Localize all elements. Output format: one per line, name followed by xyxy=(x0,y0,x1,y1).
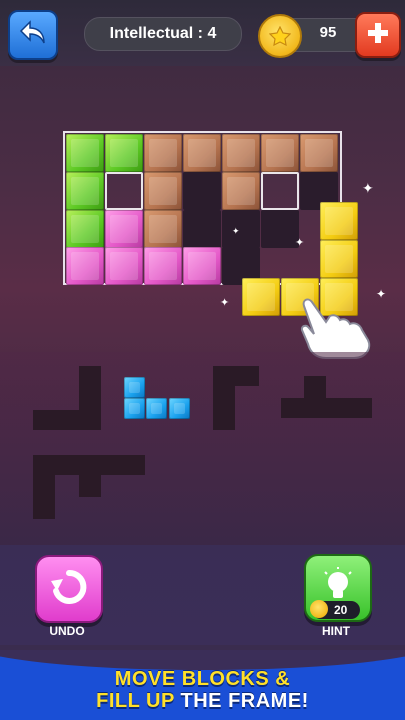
sparkle-icon: ✦ xyxy=(232,226,240,236)
brown-block xyxy=(222,172,260,210)
brown-block xyxy=(183,134,221,172)
green-block xyxy=(66,210,104,248)
yellow-block xyxy=(320,202,358,240)
brown-block xyxy=(144,172,182,210)
sparkle-icon: ✦ xyxy=(362,180,374,196)
empty-cell xyxy=(261,210,299,248)
back-button[interactable] xyxy=(8,10,58,60)
pink-block xyxy=(66,247,104,285)
pink-block xyxy=(144,247,182,285)
banner-line-2: FILL UP THE FRAME! xyxy=(0,690,405,713)
coin-icon xyxy=(258,14,302,58)
brown-block xyxy=(144,210,182,248)
brown-block xyxy=(261,134,299,172)
banner-highlight: FILL UP xyxy=(96,690,175,712)
sparkle-icon: ✦ xyxy=(220,297,230,309)
piece-tray xyxy=(0,352,405,547)
coin-count: 95 xyxy=(319,24,337,41)
yellow-block xyxy=(242,278,280,316)
green-block xyxy=(66,134,104,172)
hint-cost-value: 20 xyxy=(334,603,348,617)
add-coins-button[interactable] xyxy=(355,12,401,58)
hint-label: HINT xyxy=(322,624,350,638)
pink-block xyxy=(183,247,221,285)
frame-hole xyxy=(105,172,143,210)
pink-block xyxy=(105,210,143,248)
back-arrow-icon xyxy=(19,19,47,51)
coin-icon xyxy=(310,600,328,618)
promo-banner: MOVE BLOCKS & FILL UP THE FRAME! xyxy=(0,650,405,720)
green-block xyxy=(105,134,143,172)
banner-rest: THE FRAME! xyxy=(174,690,309,712)
empty-cell xyxy=(183,172,221,210)
sparkle-icon: ✦ xyxy=(295,237,305,249)
blue-block xyxy=(124,377,145,398)
blue-block xyxy=(124,398,145,419)
pink-block xyxy=(105,247,143,285)
undo-label: UNDO xyxy=(49,624,85,638)
brown-block xyxy=(300,134,338,172)
empty-cell xyxy=(183,210,221,248)
plus-icon xyxy=(366,21,390,50)
brown-block xyxy=(144,134,182,172)
yellow-block xyxy=(320,240,358,278)
frame-hole xyxy=(261,172,299,210)
level-label: Intellectual : 4 xyxy=(84,17,242,51)
green-block xyxy=(66,172,104,210)
empty-cell xyxy=(222,210,260,248)
blue-block xyxy=(169,398,190,419)
brown-block xyxy=(222,134,260,172)
hint-cost-badge: 20 xyxy=(310,600,360,619)
undo-button[interactable] xyxy=(35,555,103,623)
undo-icon xyxy=(49,567,89,612)
banner-line-1: MOVE BLOCKS & xyxy=(114,668,291,690)
blue-block xyxy=(146,398,167,419)
